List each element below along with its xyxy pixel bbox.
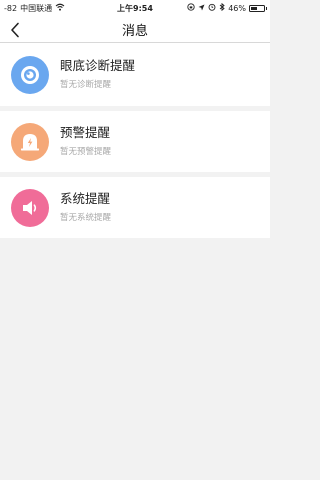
signal-strength: -82 (4, 3, 18, 13)
nav-bar: 消息 (0, 16, 270, 43)
message-title: 眼底诊断提醒 (60, 58, 136, 73)
battery-percent: 46% (228, 3, 246, 13)
alarm-clock-icon (208, 3, 216, 13)
chevron-left-icon (11, 22, 19, 38)
page-title: 消息 (121, 23, 148, 39)
speaker-icon (11, 188, 49, 227)
status-left: -82 中国联通 (4, 3, 65, 14)
status-bar: -82 中国联通 上午9:54 46% (0, 0, 270, 16)
message-item-diagnosis[interactable]: 眼底诊断提醒 暂无诊断提醒 (0, 43, 270, 106)
message-item-warning[interactable]: 预警提醒 暂无预警提醒 (0, 111, 270, 172)
status-time: 上午9:54 (117, 3, 153, 13)
wifi-icon (55, 3, 65, 13)
location-icon (198, 4, 205, 13)
bluetooth-icon (219, 2, 225, 13)
battery-icon (249, 4, 267, 12)
message-texts: 系统提醒 暂无系统提醒 (60, 191, 111, 224)
battery-level (251, 6, 257, 10)
message-subtitle: 暂无诊断提醒 (60, 80, 112, 90)
lock-rotation-icon (187, 3, 195, 13)
message-title: 预警提醒 (60, 125, 111, 140)
message-item-system[interactable]: 系统提醒 暂无系统提醒 (0, 177, 270, 238)
message-title: 系统提醒 (60, 191, 111, 206)
message-subtitle: 暂无系统提醒 (60, 213, 112, 223)
message-subtitle: 暂无预警提醒 (60, 147, 112, 157)
message-texts: 预警提醒 暂无预警提醒 (60, 125, 111, 158)
back-button[interactable] (6, 20, 24, 40)
message-texts: 眼底诊断提醒 暂无诊断提醒 (60, 58, 135, 91)
status-right: 46% (187, 2, 267, 13)
carrier-name: 中国联通 (20, 3, 53, 13)
eye-icon (11, 55, 49, 94)
alarm-icon (11, 122, 49, 161)
message-list: 眼底诊断提醒 暂无诊断提醒 预警提醒 暂无预警提醒 系统提醒 暂无系统提醒 (0, 43, 270, 238)
